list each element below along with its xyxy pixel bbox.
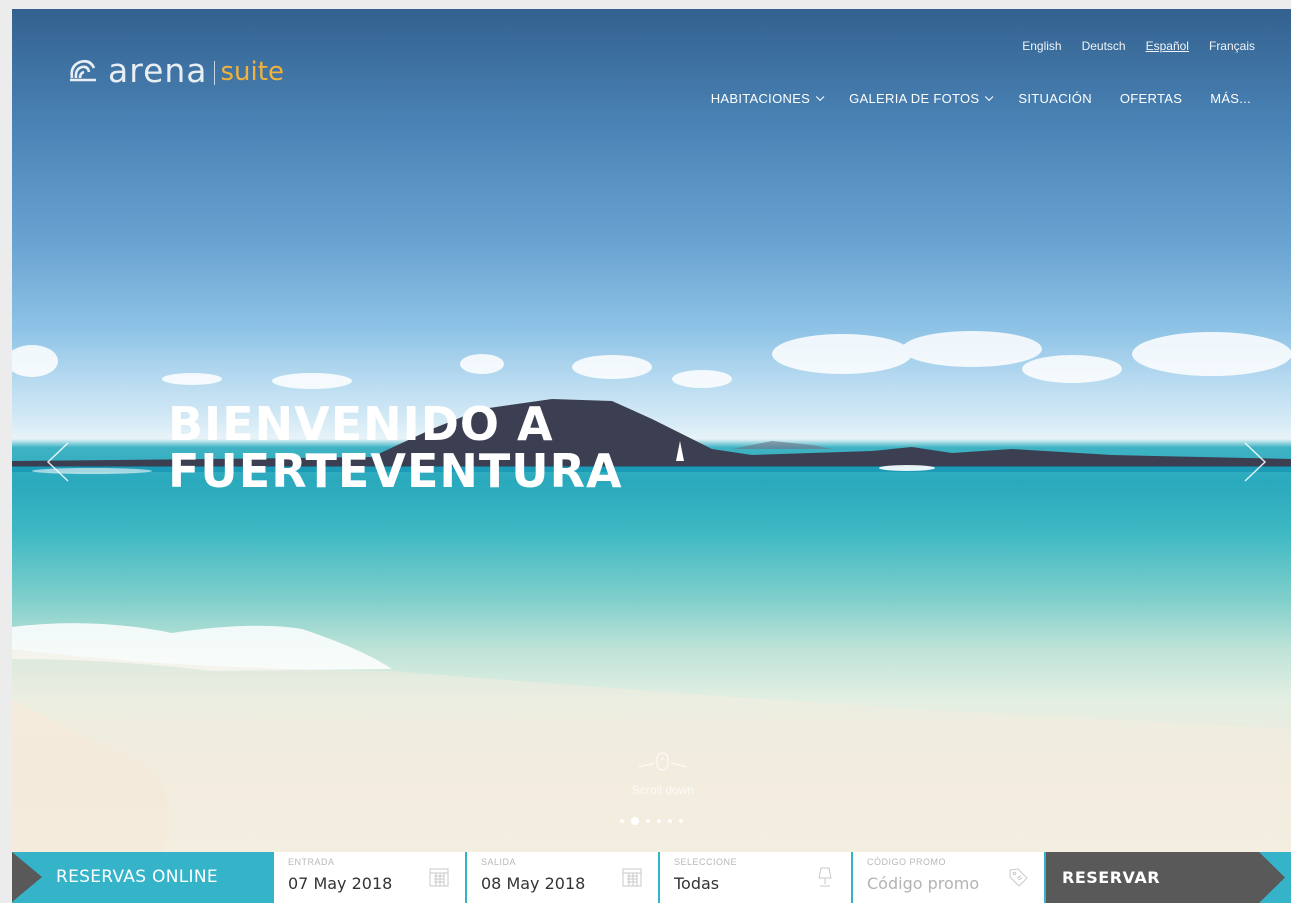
- checkout-value: 08 May 2018: [481, 874, 586, 893]
- main-nav: HABITACIONES GALERIA DE FOTOS SITUACIÓN …: [711, 91, 1251, 106]
- reserve-button[interactable]: RESERVAR: [1044, 852, 1289, 903]
- booking-title: RESERVAS ONLINE: [12, 852, 272, 903]
- nav-galeria[interactable]: GALERIA DE FOTOS: [849, 91, 994, 106]
- promo-field[interactable]: CÓDIGO PROMO Código promo: [851, 852, 1044, 903]
- scroll-down[interactable]: Scroll down: [618, 751, 708, 797]
- calendar-icon: [622, 868, 642, 887]
- room-select[interactable]: SELECCIONE Todas: [658, 852, 851, 903]
- slider-dot[interactable]: [657, 819, 661, 823]
- nav-habitaciones[interactable]: HABITACIONES: [710, 91, 825, 106]
- nav-situacion[interactable]: SITUACIÓN: [1018, 91, 1091, 106]
- brand-separator: [213, 60, 215, 85]
- nav-habitaciones-label: HABITACIONES: [710, 91, 811, 106]
- calendar-icon: [429, 868, 449, 887]
- reserve-arrow-shape: [1259, 852, 1289, 903]
- checkout-field[interactable]: SALIDA 08 May 2018: [465, 852, 658, 903]
- tag-icon: [1009, 868, 1028, 887]
- arrow-right-icon[interactable]: [1241, 441, 1269, 483]
- mouse-icon: [638, 752, 688, 771]
- scroll-down-label: Scroll down: [631, 783, 695, 797]
- slider-dot[interactable]: [679, 819, 683, 823]
- nav-mas[interactable]: MÁS...: [1210, 91, 1251, 106]
- chevron-down-icon: [816, 92, 825, 101]
- lamp-icon: [818, 867, 832, 887]
- arrow-left-icon[interactable]: [44, 441, 72, 483]
- chevron-down-icon: [985, 92, 994, 101]
- lang-english[interactable]: English: [1022, 39, 1061, 53]
- nav-ofertas[interactable]: OFERTAS: [1120, 91, 1182, 106]
- lang-deutsch[interactable]: Deutsch: [1082, 39, 1126, 53]
- reserve-button-label: RESERVAR: [1062, 868, 1161, 887]
- lang-espanol[interactable]: Español: [1146, 39, 1189, 53]
- hero-headline: BIENVENIDO A FUERTEVENTURA: [168, 401, 623, 495]
- promo-caption: CÓDIGO PROMO: [867, 857, 947, 867]
- hero-headline-line1: BIENVENIDO A: [168, 397, 554, 451]
- language-switcher: English Deutsch Español Français: [1022, 39, 1255, 53]
- booking-bar: RESERVAS ONLINE ENTRADA 07 May 2018 SALI…: [12, 852, 1291, 903]
- hero-slider: arena suite English Deutsch Español Fran…: [12, 9, 1291, 852]
- room-caption: SELECCIONE: [674, 857, 738, 867]
- checkin-field[interactable]: ENTRADA 07 May 2018: [272, 852, 465, 903]
- slider-dot[interactable]: [646, 819, 650, 823]
- booking-title-label: RESERVAS ONLINE: [56, 867, 218, 887]
- brand-logo[interactable]: arena suite: [66, 51, 284, 90]
- brand-sub: suite: [220, 57, 284, 87]
- page-frame: arena suite English Deutsch Español Fran…: [12, 9, 1291, 903]
- checkin-caption: ENTRADA: [288, 857, 335, 867]
- checkin-value: 07 May 2018: [288, 874, 393, 893]
- booking-title-tab: [12, 852, 42, 902]
- slider-dots: [620, 817, 683, 825]
- slider-dot[interactable]: [668, 819, 672, 823]
- brand-name: arena: [108, 51, 208, 90]
- shell-logo-icon: [70, 59, 96, 81]
- hero-headline-line2: FUERTEVENTURA: [168, 444, 623, 498]
- lang-francais[interactable]: Français: [1209, 39, 1255, 53]
- promo-input[interactable]: Código promo: [867, 874, 979, 893]
- nav-galeria-label: GALERIA DE FOTOS: [849, 91, 980, 106]
- slider-dot-active[interactable]: [631, 817, 639, 825]
- slider-dot[interactable]: [620, 819, 624, 823]
- room-value: Todas: [674, 874, 720, 893]
- checkout-caption: SALIDA: [481, 857, 517, 867]
